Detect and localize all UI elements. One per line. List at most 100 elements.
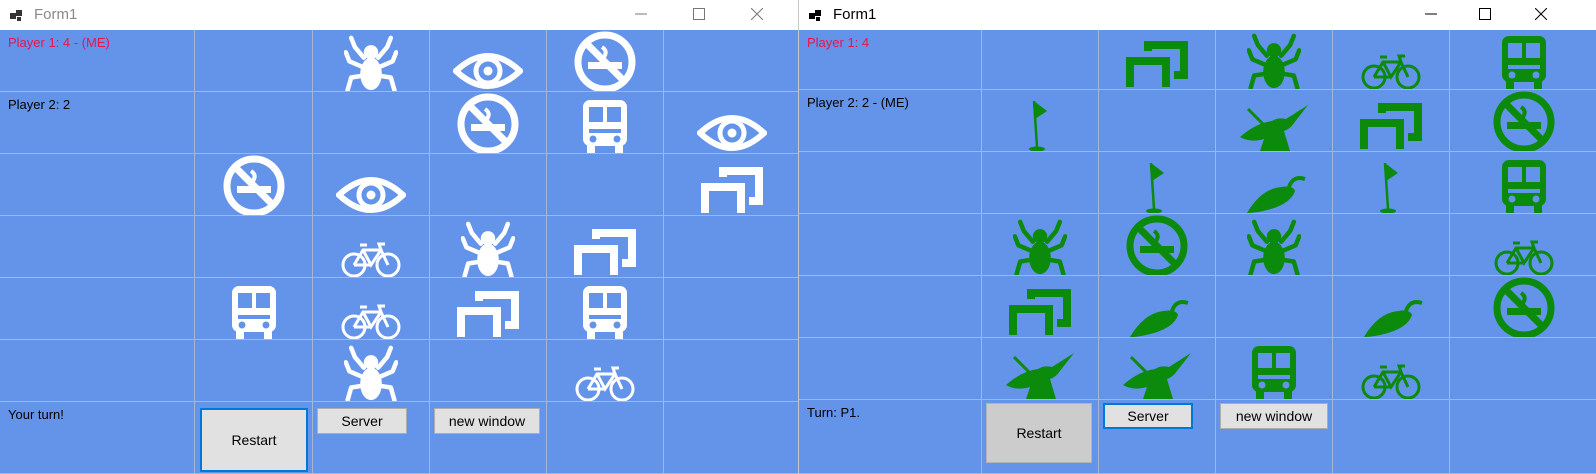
board-tile[interactable]: [1333, 214, 1450, 276]
no-smoking-icon: [1126, 215, 1188, 275]
board-tile[interactable]: [547, 92, 664, 154]
board-tile[interactable]: [1099, 214, 1216, 276]
game-window-player2: Form1 Player 1: 4 Player 2: 2 - (ME) Turn:…: [798, 0, 1596, 474]
board-tile[interactable]: [1216, 214, 1333, 276]
board-tile[interactable]: [1450, 276, 1596, 338]
board-tile[interactable]: [1216, 276, 1333, 338]
board-tile[interactable]: [195, 278, 313, 340]
yoda-icon: [1121, 351, 1193, 399]
board-tile[interactable]: [313, 154, 430, 216]
board-tile[interactable]: [430, 340, 547, 402]
no-smoking-icon: [223, 155, 285, 215]
board-tile[interactable]: [1099, 30, 1216, 90]
board-tile[interactable]: [1450, 338, 1596, 400]
board-tile[interactable]: [195, 216, 313, 278]
board-tile[interactable]: [430, 30, 547, 92]
board-tile[interactable]: [313, 216, 430, 278]
board-tile[interactable]: [664, 30, 798, 92]
minimize-button[interactable]: [618, 0, 664, 28]
game-window-player1: Form1 Player 1: 4 - (ME) Player 2: 2 Your …: [0, 0, 798, 474]
board-tile[interactable]: [313, 30, 430, 92]
board-tile[interactable]: [1450, 214, 1596, 276]
board-tile[interactable]: [982, 338, 1099, 400]
bicycle-icon: [1361, 53, 1421, 89]
turn-status-label: Turn: P1.: [807, 405, 860, 420]
yoda-icon: [1004, 351, 1076, 399]
label-cell: [799, 214, 982, 276]
board-tile[interactable]: [547, 340, 664, 402]
board-tile[interactable]: [313, 92, 430, 154]
squares-icon: [1009, 289, 1071, 337]
board-tile[interactable]: [982, 152, 1099, 214]
minimize-button[interactable]: [1408, 0, 1454, 28]
board-tile[interactable]: [547, 30, 664, 92]
board-tile[interactable]: [430, 154, 547, 216]
new-window-button[interactable]: new window: [434, 408, 540, 434]
app-icon: [809, 10, 821, 21]
server-button[interactable]: Server: [1103, 403, 1193, 429]
board-tile[interactable]: [195, 340, 313, 402]
board-tile[interactable]: [1333, 90, 1450, 152]
board-tile[interactable]: [1450, 152, 1596, 214]
board-tile[interactable]: [195, 154, 313, 216]
board-tile[interactable]: [1216, 90, 1333, 152]
title-bar[interactable]: Form1: [799, 0, 1596, 30]
board-tile[interactable]: [1099, 152, 1216, 214]
bus-icon: [580, 283, 630, 339]
board-tile[interactable]: [547, 278, 664, 340]
bicycle-icon: [1494, 239, 1554, 275]
close-button[interactable]: [1518, 0, 1564, 28]
board-tile[interactable]: [1099, 90, 1216, 152]
board-tile[interactable]: [1216, 338, 1333, 400]
maximize-button[interactable]: [676, 0, 722, 28]
label-cell: [799, 276, 982, 338]
game-board: Player 1: 4 Player 2: 2 - (ME) Turn: P1. Re…: [799, 30, 1596, 474]
maximize-button[interactable]: [1462, 0, 1508, 28]
eye-icon: [453, 49, 523, 91]
close-button[interactable]: [734, 0, 780, 28]
board-tile[interactable]: [430, 216, 547, 278]
board-tile[interactable]: [195, 92, 313, 154]
bicycle-icon: [575, 365, 635, 401]
board-tile[interactable]: [982, 276, 1099, 338]
board-tile[interactable]: [195, 30, 313, 92]
board-tile[interactable]: [1333, 338, 1450, 400]
title-bar[interactable]: Form1: [0, 0, 798, 30]
restart-button[interactable]: Restart: [200, 408, 308, 472]
board-tile[interactable]: [1450, 30, 1596, 90]
board-tile[interactable]: [1216, 152, 1333, 214]
bus-icon: [229, 283, 279, 339]
board-tile[interactable]: [430, 278, 547, 340]
board-tile[interactable]: [664, 216, 798, 278]
flag-icon: [1027, 97, 1053, 151]
new-window-button[interactable]: new window: [1220, 403, 1328, 429]
flag-icon: [1144, 159, 1170, 213]
board-tile[interactable]: [664, 340, 798, 402]
board-tile[interactable]: [1333, 276, 1450, 338]
player1-score-label: Player 1: 4 - (ME): [8, 35, 110, 50]
server-button[interactable]: Server: [317, 408, 407, 434]
board-tile[interactable]: [982, 90, 1099, 152]
board-tile[interactable]: [982, 214, 1099, 276]
board-tile[interactable]: [982, 30, 1099, 90]
board-tile[interactable]: [1333, 152, 1450, 214]
board-tile[interactable]: [1099, 276, 1216, 338]
no-smoking-icon: [457, 93, 519, 153]
yoda-icon: [1238, 103, 1310, 151]
board-tile[interactable]: [313, 278, 430, 340]
board-tile[interactable]: [1216, 30, 1333, 90]
board-tile[interactable]: [430, 92, 547, 154]
board-tile[interactable]: [547, 216, 664, 278]
board-tile[interactable]: [313, 340, 430, 402]
board-tile[interactable]: [1099, 338, 1216, 400]
label-cell: [0, 278, 195, 340]
board-tile[interactable]: [664, 154, 798, 216]
close-icon: [1535, 8, 1547, 20]
board-tile[interactable]: [547, 154, 664, 216]
restart-button[interactable]: Restart: [986, 403, 1092, 463]
board-tile[interactable]: [1450, 90, 1596, 152]
board-tile[interactable]: [664, 92, 798, 154]
board-tile[interactable]: [664, 278, 798, 340]
bicycle-icon: [341, 241, 401, 277]
board-tile[interactable]: [1333, 30, 1450, 90]
